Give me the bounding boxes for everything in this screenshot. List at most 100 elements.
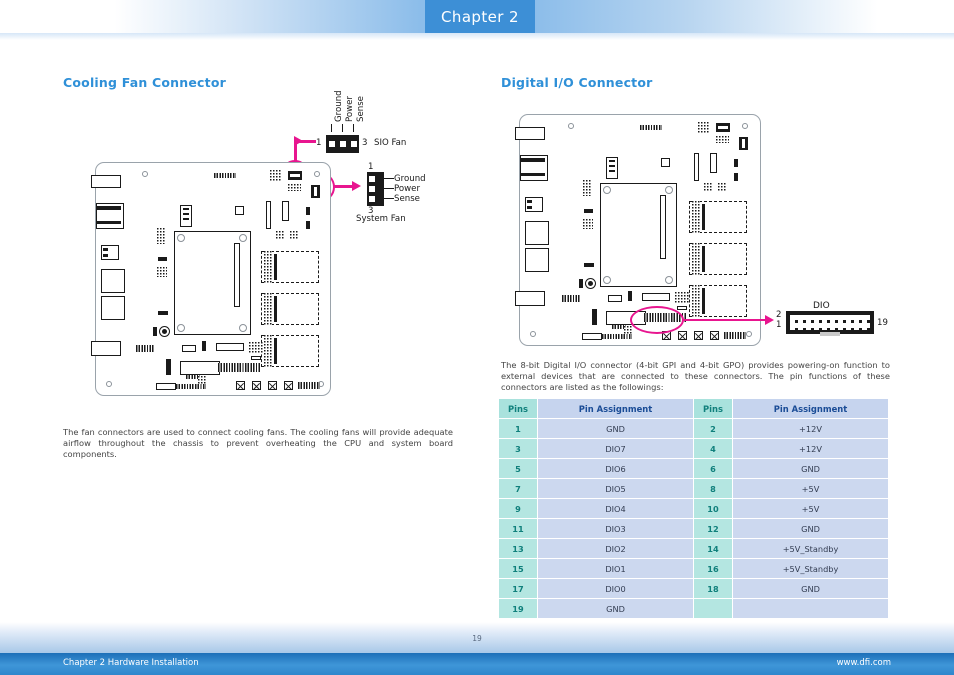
table-cell-assignment: DIO0 xyxy=(538,579,693,598)
module-screw-hole xyxy=(239,234,247,242)
table-cell-pin: 11 xyxy=(499,519,537,538)
dio-connector-notch xyxy=(820,332,840,336)
system-fan-body-notch-left xyxy=(364,172,367,206)
table-cell-pin: 5 xyxy=(499,459,537,478)
table-cell-assignment: +5V xyxy=(733,499,888,518)
table-row: 3 DIO7 4 +12V xyxy=(499,439,888,458)
table-cell-pin: 6 xyxy=(694,459,732,478)
callout-line-dio xyxy=(684,318,769,322)
header-connector xyxy=(176,384,206,389)
module-screw-hole xyxy=(177,324,185,332)
table-row: 15 DIO1 16 +5V_Standby xyxy=(499,559,888,578)
digital-io-connector-title: Digital I/O Connector xyxy=(501,75,653,90)
component-marker xyxy=(710,331,719,340)
footer-chapter-label: Chapter 2 Hardware Installation xyxy=(63,658,199,668)
sio-fan-pin-3 xyxy=(351,141,357,147)
expansion-slot-key xyxy=(702,204,705,230)
board-mount-hole xyxy=(568,123,574,129)
io-port-audio xyxy=(515,291,545,306)
footer-website-link[interactable]: www.dfi.com xyxy=(837,658,891,668)
page-number: 19 xyxy=(472,634,482,643)
board-mount-hole xyxy=(746,331,752,337)
dio-connector-onboard xyxy=(218,363,260,372)
system-fan-leader-3 xyxy=(380,198,394,200)
sio-fan-signal-ground-label: Ground xyxy=(334,90,344,122)
component-chip xyxy=(306,207,310,215)
dio-pin-bottom-left-label: 1 xyxy=(776,320,782,330)
header-connector xyxy=(157,228,166,244)
table-row: 11 DIO3 12 GND xyxy=(499,519,888,538)
table-cell-empty xyxy=(733,599,888,618)
io-port-lan xyxy=(525,248,549,272)
table-row: 17 DIO0 18 GND xyxy=(499,579,888,598)
component-chip xyxy=(266,201,271,229)
table-cell-assignment: DIO3 xyxy=(538,519,693,538)
table-cell-pin: 4 xyxy=(694,439,732,458)
header-connector xyxy=(724,332,746,339)
cooling-fan-description: The fan connectors are used to connect c… xyxy=(63,427,453,459)
callout-circle-dio xyxy=(630,306,684,334)
component-chip xyxy=(608,295,622,302)
header-connector xyxy=(562,295,581,302)
component-marker xyxy=(284,381,293,390)
table-cell-assignment: +5V xyxy=(733,479,888,498)
component-chip xyxy=(734,159,738,167)
table-row: 5 DIO6 6 GND xyxy=(499,459,888,478)
sio-fan-signal-sense-label: Sense xyxy=(356,96,366,122)
header-pin xyxy=(609,165,615,167)
table-cell-assignment: +12V xyxy=(733,419,888,438)
board-mount-hole xyxy=(742,123,748,129)
table-cell-assignment: DIO6 xyxy=(538,459,693,478)
io-port-detail xyxy=(103,254,108,257)
io-port-audio xyxy=(91,341,121,356)
component-battery-center xyxy=(588,281,593,286)
module-screw-hole xyxy=(239,324,247,332)
dio-connector-name-label: DIO xyxy=(813,301,830,311)
header-connector xyxy=(718,183,727,191)
table-cell-pin: 9 xyxy=(499,499,537,518)
component-chip xyxy=(582,333,602,340)
sio-fan-header-pins xyxy=(290,174,300,177)
component-marker xyxy=(252,381,261,390)
table-cell-pin: 2 xyxy=(694,419,732,438)
table-cell-pin: 8 xyxy=(694,479,732,498)
io-port-rear xyxy=(91,175,121,188)
header-connector xyxy=(249,342,263,353)
table-cell-assignment: DIO4 xyxy=(538,499,693,518)
component-marker xyxy=(268,381,277,390)
header-connector xyxy=(698,122,710,134)
digital-io-description: The 8-bit Digital I/O connector (4-bit G… xyxy=(501,360,890,392)
header-pin xyxy=(183,208,189,210)
expansion-slot-connector xyxy=(264,251,272,283)
system-fan-signal-sense-label: Sense xyxy=(394,194,420,204)
header-pin xyxy=(183,218,189,220)
io-port-lan xyxy=(101,296,125,320)
header-pins-right: Pins xyxy=(694,399,732,418)
sio-fan-body-notch-top xyxy=(326,132,359,135)
system-fan-name-label: System Fan xyxy=(356,214,406,224)
sio-fan-name-label: SIO Fan xyxy=(374,138,407,148)
system-fan-signal-ground-label: Ground xyxy=(394,174,426,184)
io-port-detail xyxy=(97,221,121,224)
header-connector xyxy=(270,170,282,182)
header-connector xyxy=(290,231,299,239)
component-chip xyxy=(166,359,171,375)
module-screw-hole xyxy=(665,186,673,194)
board-mount-hole xyxy=(106,381,112,387)
header-pin xyxy=(609,160,615,162)
expansion-slot-key xyxy=(274,296,277,322)
expansion-slot-key xyxy=(274,254,277,280)
cooling-fan-connector-title: Cooling Fan Connector xyxy=(63,75,226,90)
table-cell-pin: 19 xyxy=(499,599,537,618)
chapter-tab-label: Chapter 2 xyxy=(441,7,519,26)
component-marker xyxy=(678,331,687,340)
dio-pin-assignment-table: Pins Pin Assignment Pins Pin Assignment … xyxy=(498,398,889,619)
table-row: 19 GND xyxy=(499,599,888,618)
sio-fan-signal-power-label: Power xyxy=(345,96,355,122)
expansion-slot-key xyxy=(702,246,705,272)
table-cell-pin: 1 xyxy=(499,419,537,438)
header-pin xyxy=(742,139,745,148)
system-fan-pin-1 xyxy=(369,176,375,182)
system-fan-leader-2 xyxy=(380,188,394,190)
callout-arrow-dio xyxy=(765,314,774,325)
